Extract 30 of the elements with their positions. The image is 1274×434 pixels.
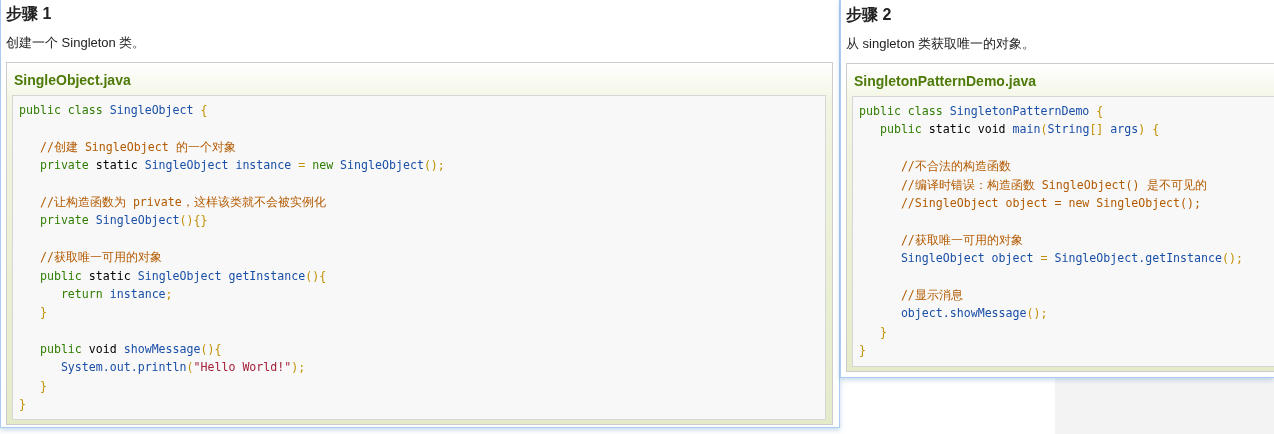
step-description: 从 singleton 类获取唯一的对象。 bbox=[846, 35, 1037, 53]
code-line: System.out.println("Hello World!"); bbox=[59, 360, 306, 375]
code-line: //获取唯一可用的对象 bbox=[38, 250, 162, 265]
code-line: } bbox=[38, 378, 47, 393]
file-name: SingleObject.java bbox=[13, 71, 131, 90]
code-line: public static void main(String[] args) { bbox=[878, 122, 1160, 137]
step-description: 创建一个 Singleton 类。 bbox=[6, 34, 147, 52]
code-line: public class SingletonPatternDemo { bbox=[859, 104, 1104, 118]
code-line: //不合法的构造函数 bbox=[899, 159, 1011, 174]
code-line: //创建 SingleObject 的一个对象 bbox=[38, 139, 236, 154]
code-line: } bbox=[38, 305, 47, 320]
code-line: private SingleObject(){} bbox=[38, 213, 208, 228]
code-line: public void showMessage(){ bbox=[38, 342, 222, 357]
code-line: return instance; bbox=[59, 286, 173, 301]
code-line: //让构造函数为 private，这样该类就不会被实例化 bbox=[38, 194, 326, 209]
code-line: object.showMessage(); bbox=[899, 306, 1048, 321]
step-title: 步骤 1 bbox=[6, 4, 53, 24]
code-line: private static SingleObject instance = new SingleObject(); bbox=[38, 158, 445, 173]
step-title: 步骤 2 bbox=[846, 5, 893, 25]
code-line: //获取唯一可用的对象 bbox=[899, 232, 1023, 247]
file-name: SingletonPatternDemo.java bbox=[853, 72, 1037, 91]
code-line: public static SingleObject getInstance(){ bbox=[38, 268, 327, 283]
code-line: } bbox=[19, 397, 26, 412]
code-line: //SingleObject object = new SingleObject(); bbox=[899, 195, 1202, 210]
code-line: public class SingleObject { bbox=[19, 103, 208, 117]
code-line: SingleObject object = SingleObject.getInstance(); bbox=[899, 251, 1243, 266]
code-line: //编译时错误：构造函数 SingleObject() 是不可见的 bbox=[899, 177, 1207, 192]
code-line: } bbox=[859, 343, 866, 358]
code-line: } bbox=[878, 324, 887, 339]
code-line: //显示消息 bbox=[899, 287, 963, 302]
